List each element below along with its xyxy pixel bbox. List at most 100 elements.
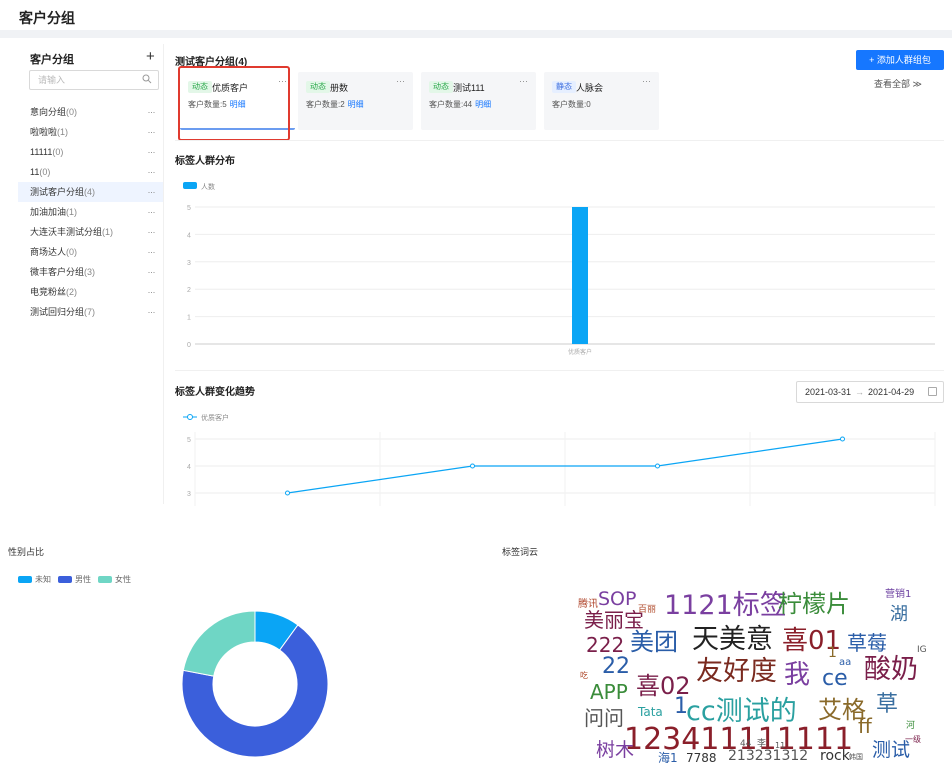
more-icon[interactable]: ··· [148, 222, 156, 242]
sidebar-item[interactable]: 啦啦啦(1) ··· [18, 122, 163, 142]
wordcloud-title: 标签词云 [502, 547, 539, 557]
data-point[interactable] [285, 490, 290, 496]
count-label: 客户数量:0 [552, 100, 591, 109]
sidebar-item[interactable]: 测试回归分组(7) ··· [18, 302, 163, 322]
data-point[interactable] [470, 463, 475, 469]
sidebar-item-count: (4) [84, 187, 96, 197]
sidebar-item-count: (0) [52, 147, 64, 157]
sidebar-item-count: (0) [66, 247, 78, 257]
sidebar-item-label: 微丰客户分组 [30, 267, 85, 277]
sidebar-item[interactable]: 微丰客户分组(3) ··· [18, 262, 163, 282]
more-icon[interactable]: ··· [148, 102, 156, 122]
search-input[interactable] [30, 71, 135, 89]
y-tick-label: 3 [187, 491, 191, 498]
group-card[interactable]: 动态 册数 ··· 客户数量:2 明细 [298, 72, 413, 130]
more-icon[interactable]: ··· [148, 282, 156, 302]
view-all-link[interactable]: 查看全部 ≫ [874, 77, 922, 90]
y-tick-label: 1 [187, 315, 191, 322]
date-start: 2021-03-31 [805, 387, 852, 397]
count-label: 客户数量:44 [429, 100, 473, 109]
sidebar-item-count: (7) [84, 307, 96, 317]
distribution-bar-chart: 人数 0 1 2 3 4 5 优质客户 [183, 182, 935, 356]
word-cloud-tag: 213231312 [728, 748, 809, 764]
legend-item[interactable]: 女性 [98, 574, 131, 585]
data-point[interactable] [655, 463, 660, 469]
card-name: 册数 [330, 83, 349, 93]
word-cloud-tag: 美丽宝 [584, 608, 644, 632]
header-divider [0, 30, 952, 38]
more-icon[interactable]: ··· [148, 302, 156, 322]
legend-item[interactable]: 未知 [18, 574, 51, 585]
date-range-picker[interactable]: 2021-03-31 → 2021-04-29 [796, 381, 944, 403]
trend-line-chart: 优质客户 3 4 5 [183, 413, 936, 506]
word-cloud-tag: 1 [828, 645, 837, 661]
word-cloud-tag: 测试 [872, 739, 911, 761]
more-icon[interactable]: ··· [148, 262, 156, 282]
bar[interactable] [572, 207, 588, 344]
group-card[interactable]: 静态 人脉会 ··· 客户数量:0 [544, 72, 659, 130]
y-tick-label: 5 [187, 205, 191, 212]
plus-icon[interactable]: + [146, 48, 155, 65]
legend-label: 男性 [75, 575, 91, 584]
sidebar-item[interactable]: 11(0) ··· [18, 162, 163, 182]
search-box[interactable] [29, 70, 159, 90]
legend-label: 优质客户 [201, 413, 229, 422]
sidebar-item-label: 加油加油 [30, 207, 67, 217]
page-title: 客户分组 [19, 10, 75, 26]
sidebar-item[interactable]: 测试客户分组(4) ··· [18, 182, 163, 202]
trend-title: 标签人群变化趋势 [175, 387, 255, 398]
card-count: 客户数量:0 [552, 99, 591, 110]
card-count: 客户数量:44 明细 [429, 99, 491, 110]
sidebar-item[interactable]: 大连沃丰测试分组(1) ··· [18, 222, 163, 242]
y-tick-label: 3 [187, 260, 191, 267]
distribution-title: 标签人群分布 [175, 156, 235, 167]
more-icon[interactable]: ··· [148, 202, 156, 222]
pie-slice[interactable] [182, 610, 256, 677]
sidebar-item[interactable]: 电竞粉丝(2) ··· [18, 282, 163, 302]
card-name: 测试111 [453, 83, 485, 93]
legend-item[interactable]: 男性 [58, 574, 91, 585]
more-icon[interactable]: ··· [519, 76, 528, 86]
sidebar-item-count: (1) [66, 207, 78, 217]
sidebar-item[interactable]: 11111(0) ··· [18, 142, 163, 162]
add-crowd-package-button[interactable]: + 添加人群组包 [856, 50, 944, 70]
more-icon[interactable]: ··· [148, 162, 156, 182]
more-icon[interactable]: ··· [148, 122, 156, 142]
y-tick-label: 0 [187, 342, 191, 349]
sidebar-item-count: (1) [102, 227, 114, 237]
y-tick-label: 2 [187, 287, 191, 294]
more-icon[interactable]: ··· [148, 142, 156, 162]
detail-link[interactable]: 明细 [475, 100, 491, 109]
legend-swatch [183, 182, 197, 189]
data-point[interactable] [840, 436, 845, 442]
group-card[interactable]: 动态 测试111 ··· 客户数量:44 明细 [421, 72, 536, 130]
word-cloud-tag: 韩国 [849, 753, 863, 761]
detail-link[interactable]: 明细 [348, 100, 364, 109]
sidebar-item[interactable]: 加油加油(1) ··· [18, 202, 163, 222]
y-tick-label: 4 [187, 464, 191, 471]
word-cloud-tag: 河 [906, 721, 916, 731]
sidebar-item-label: 意向分组 [30, 107, 67, 117]
sidebar-item[interactable]: 商场达人(0) ··· [18, 242, 163, 262]
sidebar-item-label: 测试回归分组 [30, 307, 85, 317]
type-badge: 静态 [552, 81, 576, 93]
more-icon[interactable]: ··· [396, 76, 405, 86]
word-cloud-tag: 百丽 [638, 605, 657, 615]
more-icon[interactable]: ··· [148, 182, 156, 202]
word-cloud-tag: 7788 [686, 751, 717, 765]
more-icon[interactable]: ··· [148, 242, 156, 262]
word-cloud-tag: Tata [638, 705, 663, 719]
legend-swatch [98, 576, 112, 584]
word-cloud-tag: 222 [586, 633, 625, 657]
divider [175, 140, 944, 141]
legend-label: 未知 [35, 575, 51, 584]
word-cloud-tag: 美团 [630, 628, 678, 656]
word-cloud-tag: 问问 [584, 706, 624, 730]
y-tick-label: 4 [187, 232, 191, 239]
word-cloud-tag: cc测试的 [686, 696, 797, 727]
search-icon[interactable] [142, 74, 152, 84]
y-tick-label: 5 [187, 437, 191, 444]
more-icon[interactable]: ··· [642, 76, 651, 86]
selection-highlight [178, 66, 290, 141]
sidebar-item[interactable]: 意向分组(0) ··· [18, 102, 163, 122]
